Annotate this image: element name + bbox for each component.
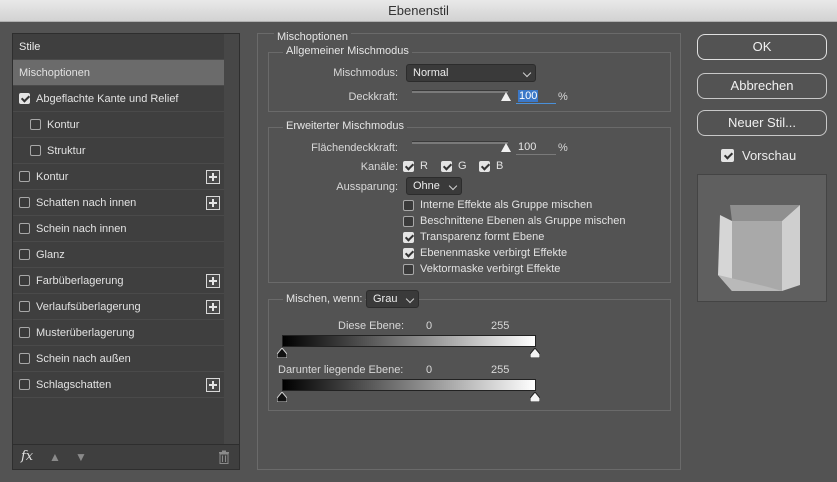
channel-g[interactable]: G (441, 160, 467, 172)
preview-bevel-square (718, 205, 800, 291)
fill-opacity-unit: % (558, 142, 568, 154)
add-stroke-icon[interactable] (206, 170, 220, 184)
preview-toggle[interactable]: Vorschau (721, 148, 796, 163)
blend-if-label: Mischen, wenn: (283, 293, 366, 305)
preview-checkbox[interactable] (721, 149, 734, 162)
texture-checkbox[interactable] (30, 145, 41, 156)
style-item-inner-shadow[interactable]: Schatten nach innen (13, 190, 224, 216)
add-color-overlay-icon[interactable] (206, 274, 220, 288)
opacity-unit: % (558, 91, 568, 103)
blend-clipped-layers-checkbox[interactable] (403, 215, 414, 227)
fx-icon[interactable]: fx (21, 449, 33, 464)
preview-thumbnail (697, 174, 827, 302)
styles-panel-footer: fx ▲ ▼ (13, 444, 239, 469)
channel-b-checkbox[interactable] (479, 160, 490, 172)
style-item-satin[interactable]: Glanz (13, 242, 224, 268)
this-layer-max-value: 255 (491, 320, 510, 332)
opacity-slider-track[interactable] (412, 90, 508, 93)
layer-mask-hides-effects[interactable]: Ebenenmaske verbirgt Effekte (403, 247, 567, 259)
this-layer-min-value: 0 (426, 320, 433, 332)
bevel-emboss-checkbox[interactable] (19, 93, 30, 104)
style-item-drop-shadow[interactable]: Schlagschatten (13, 372, 224, 398)
new-style-button[interactable]: Neuer Stil... (697, 110, 827, 136)
style-item-contour-sub[interactable]: Kontur (13, 112, 224, 138)
drop-shadow-checkbox[interactable] (19, 379, 30, 390)
channel-b[interactable]: B (479, 160, 503, 172)
opacity-input[interactable]: 100 (516, 88, 556, 104)
underlying-layer-gradient (282, 379, 536, 391)
channel-r[interactable]: R (403, 160, 428, 172)
stroke-checkbox[interactable] (19, 171, 30, 182)
channel-r-checkbox[interactable] (403, 160, 414, 172)
style-item-color-overlay[interactable]: Farbüberlagerung (13, 268, 224, 294)
cancel-button[interactable]: Abbrechen (697, 73, 827, 99)
styles-panel: Stile Mischoptionen Abgeflachte Kante un… (12, 33, 240, 470)
style-item-bevel-emboss[interactable]: Abgeflachte Kante und Relief (13, 86, 224, 112)
fill-opacity-slider-thumb[interactable] (501, 143, 511, 152)
style-item-texture[interactable]: Struktur (13, 138, 224, 164)
channels-label: Kanäle: (360, 161, 398, 173)
gradient-overlay-checkbox[interactable] (19, 301, 30, 312)
add-drop-shadow-icon[interactable] (206, 378, 220, 392)
layer-mask-hides-effects-checkbox[interactable] (403, 247, 414, 259)
style-item-blending-options[interactable]: Mischoptionen (13, 60, 224, 86)
transparency-shapes-layer-checkbox[interactable] (403, 231, 414, 243)
general-blending-group (268, 52, 671, 112)
blend-if-channel-select[interactable]: Grau (366, 290, 419, 308)
general-blending-title: Allgemeiner Mischmodus (283, 45, 412, 57)
add-gradient-overlay-icon[interactable] (206, 300, 220, 314)
vector-mask-hides-effects[interactable]: Vektormaske verbirgt Effekte (403, 263, 560, 275)
satin-checkbox[interactable] (19, 249, 30, 260)
window-title: Ebenenstil (0, 0, 837, 22)
style-list-scrollbar[interactable] (224, 34, 239, 444)
channel-g-checkbox[interactable] (441, 160, 452, 172)
opacity-label: Deckkraft: (348, 91, 398, 103)
blend-if-group (268, 299, 671, 411)
this-layer-black-thumb[interactable] (277, 348, 287, 358)
add-inner-shadow-icon[interactable] (206, 196, 220, 210)
style-item-pattern-overlay[interactable]: Musterüberlagerung (13, 320, 224, 346)
style-list-header[interactable]: Stile (13, 34, 224, 60)
blending-options-title: Mischoptionen (274, 31, 351, 43)
blend-mode-label: Mischmodus: (333, 67, 398, 79)
opacity-slider-thumb[interactable] (501, 92, 511, 101)
fill-opacity-slider-track[interactable] (412, 141, 508, 144)
move-down-icon[interactable]: ▼ (75, 451, 87, 463)
chevron-down-icon (405, 294, 415, 304)
transparency-shapes-layer[interactable]: Transparenz formt Ebene (403, 231, 544, 243)
contour-sub-checkbox[interactable] (30, 119, 41, 130)
advanced-blending-title: Erweiterter Mischmodus (283, 120, 407, 132)
style-item-gradient-overlay[interactable]: Verlaufsüberlagerung (13, 294, 224, 320)
knockout-label: Aussparung: (336, 181, 398, 193)
this-layer-white-thumb[interactable] (530, 348, 540, 358)
blend-interior-effects[interactable]: Interne Effekte als Gruppe mischen (403, 199, 592, 211)
inner-glow-checkbox[interactable] (19, 223, 30, 234)
fill-opacity-input[interactable]: 100 (516, 139, 556, 155)
this-layer-gradient (282, 335, 536, 347)
style-item-outer-glow[interactable]: Schein nach außen (13, 346, 224, 372)
underlying-layer-label: Darunter liegende Ebene: (278, 364, 404, 376)
color-overlay-checkbox[interactable] (19, 275, 30, 286)
chevron-down-icon (448, 181, 458, 191)
outer-glow-checkbox[interactable] (19, 353, 30, 364)
underlying-black-thumb[interactable] (277, 392, 287, 402)
move-up-icon[interactable]: ▲ (49, 451, 61, 463)
inner-shadow-checkbox[interactable] (19, 197, 30, 208)
trash-icon[interactable] (218, 450, 230, 464)
this-layer-label: Diese Ebene: (338, 320, 405, 332)
vector-mask-hides-effects-checkbox[interactable] (403, 263, 414, 275)
ok-button[interactable]: OK (697, 34, 827, 60)
style-item-stroke[interactable]: Kontur (13, 164, 224, 190)
style-item-inner-glow[interactable]: Schein nach innen (13, 216, 224, 242)
blend-mode-select[interactable]: Normal (406, 64, 536, 82)
fill-opacity-label: Flächendeckkraft: (311, 142, 398, 154)
underlying-min-value: 0 (426, 364, 433, 376)
knockout-select[interactable]: Ohne (406, 177, 462, 195)
chevron-down-icon (522, 68, 532, 78)
underlying-white-thumb[interactable] (530, 392, 540, 402)
blend-clipped-layers[interactable]: Beschnittene Ebenen als Gruppe mischen (403, 215, 625, 227)
blend-interior-effects-checkbox[interactable] (403, 199, 414, 211)
underlying-max-value: 255 (491, 364, 510, 376)
pattern-overlay-checkbox[interactable] (19, 327, 30, 338)
